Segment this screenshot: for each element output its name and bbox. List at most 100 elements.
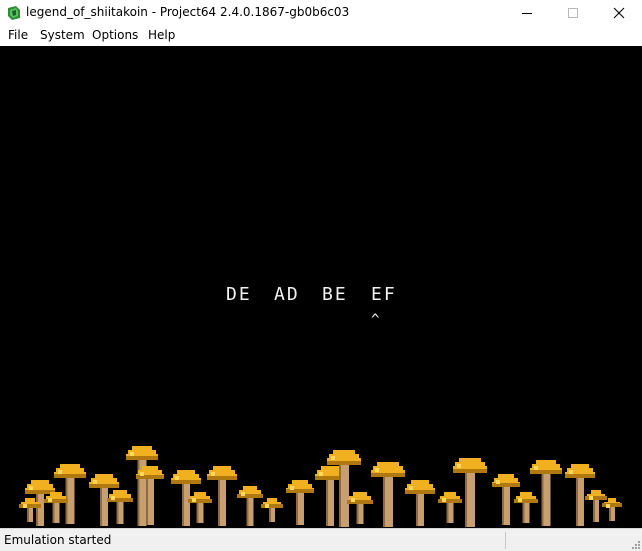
mushroom-pixel [52, 501, 55, 523]
mushroom-pixel [356, 502, 359, 524]
mushroom-pixel [290, 486, 294, 490]
mushroom-pixel [137, 458, 140, 526]
mushroom-pixel [319, 472, 323, 476]
mushroom-pixel [267, 498, 277, 502]
mushroom-pixel [261, 504, 283, 508]
mushroom-pixel [569, 470, 573, 474]
mushroom-pixel [518, 498, 522, 502]
mushroom-pixel [113, 490, 127, 494]
mushroom-pixel [498, 474, 514, 478]
resize-grip-icon[interactable] [630, 539, 640, 549]
mushroom-pixel [296, 491, 298, 525]
mushroom-pixel [502, 485, 504, 525]
mushroom-pixel [241, 492, 245, 496]
menu-bar: File System Options Help [0, 26, 642, 46]
mushroom-pixel [565, 474, 595, 478]
mushroom-pixel [142, 466, 158, 470]
game-screen[interactable]: DE AD BE EF ^ [0, 46, 642, 528]
mushroom-pixel [19, 504, 41, 508]
mushroom-pixel [444, 492, 456, 496]
mushroom-pixel [89, 484, 119, 488]
mushroom-pixel [438, 499, 462, 503]
mushroom-pixel [116, 500, 119, 524]
status-bar: Emulation started [0, 528, 642, 551]
mushroom-pixel [576, 476, 578, 526]
mushroom-pixel [171, 480, 201, 484]
mushroom-pixel [331, 456, 335, 460]
mushroom-pixel [534, 466, 538, 470]
maximize-button[interactable] [550, 0, 596, 26]
mushroom-pixel [442, 498, 446, 502]
mushroom-pixel [602, 503, 622, 507]
mushroom-pixel [211, 472, 215, 476]
mushroom-pixel [375, 468, 379, 472]
mushroom-pixel [130, 452, 134, 456]
mushroom-pixel [536, 460, 556, 464]
mushroom-pixel [126, 456, 158, 460]
mushroom-pixel [541, 472, 544, 526]
close-button[interactable] [596, 0, 642, 26]
mushroom-pixel [608, 498, 616, 502]
mushroom-pixel [339, 463, 341, 527]
mushroom-pixel [196, 501, 199, 523]
mushroom-pixel [520, 492, 532, 496]
mushroom-pixel [459, 458, 481, 462]
mushroom-pixel [371, 473, 405, 477]
window-title: legend_of_shiitakoin - Project64 2.4.0.1… [26, 5, 350, 19]
mushroom-pixel [182, 482, 184, 526]
mushroom-pixel [606, 504, 610, 508]
maximize-icon [568, 8, 578, 18]
mushroom-pixel [100, 486, 102, 526]
close-icon [613, 7, 625, 19]
mushroom-pixel [213, 466, 231, 470]
mushroom-pixel [29, 486, 33, 490]
menu-system[interactable]: System [40, 28, 85, 42]
mushroom-pixel [321, 466, 339, 470]
mushroom-pixel [416, 492, 418, 526]
mushroom-pixel [411, 480, 429, 484]
mushroom-pixel [175, 476, 179, 480]
menu-help[interactable]: Help [148, 28, 175, 42]
mushroom-pixel [522, 501, 525, 523]
mushroom-pixel [593, 498, 595, 522]
mushroom-pixel [177, 470, 195, 474]
mushroom-pixel [347, 500, 373, 504]
mushroom-pixel [530, 470, 562, 474]
minimize-button[interactable] [504, 0, 550, 26]
mushroom-pixel [514, 499, 538, 503]
mushroom-pixel [326, 478, 328, 526]
mushroom-pixel [60, 464, 80, 468]
mushroom-pixel [589, 496, 593, 500]
mushroom-pixel [351, 498, 355, 502]
mushroom-pixel [192, 498, 196, 502]
mushroom-field [19, 446, 622, 527]
mushroom-pixel [246, 496, 249, 526]
mushroom-pixel [132, 446, 152, 450]
mushroom-pixel [54, 474, 86, 478]
mushroom-pixel [95, 474, 113, 478]
mushroom-pixel [31, 480, 49, 484]
mushroom-pixel [111, 496, 115, 500]
mushroom-pixel [50, 492, 62, 496]
mushroom-pixel [207, 476, 237, 480]
mushroom-pixel [265, 504, 269, 508]
mushroom-pixel [237, 494, 263, 498]
mushroom-pixel [327, 461, 361, 465]
mushroom-pixel [591, 490, 601, 494]
menu-options[interactable]: Options [92, 28, 138, 42]
mushroom-pixel [457, 464, 461, 468]
mushroom-pixel [140, 472, 144, 476]
mushroom-pixel [44, 499, 68, 503]
mushroom-pixel [405, 490, 435, 494]
title-bar[interactable]: legend_of_shiitakoin - Project64 2.4.0.1… [0, 0, 642, 26]
mushroom-pixel [571, 464, 589, 468]
mushroom-pixel [383, 475, 385, 527]
mushroom-pixel [58, 470, 62, 474]
mushroom-pixel [353, 492, 367, 496]
mushroom-pixel [107, 498, 133, 502]
menu-file[interactable]: File [8, 28, 28, 42]
mushroom-pixel [409, 486, 413, 490]
minimize-icon [522, 13, 532, 14]
mushroom-pixel [194, 492, 206, 496]
status-text: Emulation started [4, 533, 112, 547]
